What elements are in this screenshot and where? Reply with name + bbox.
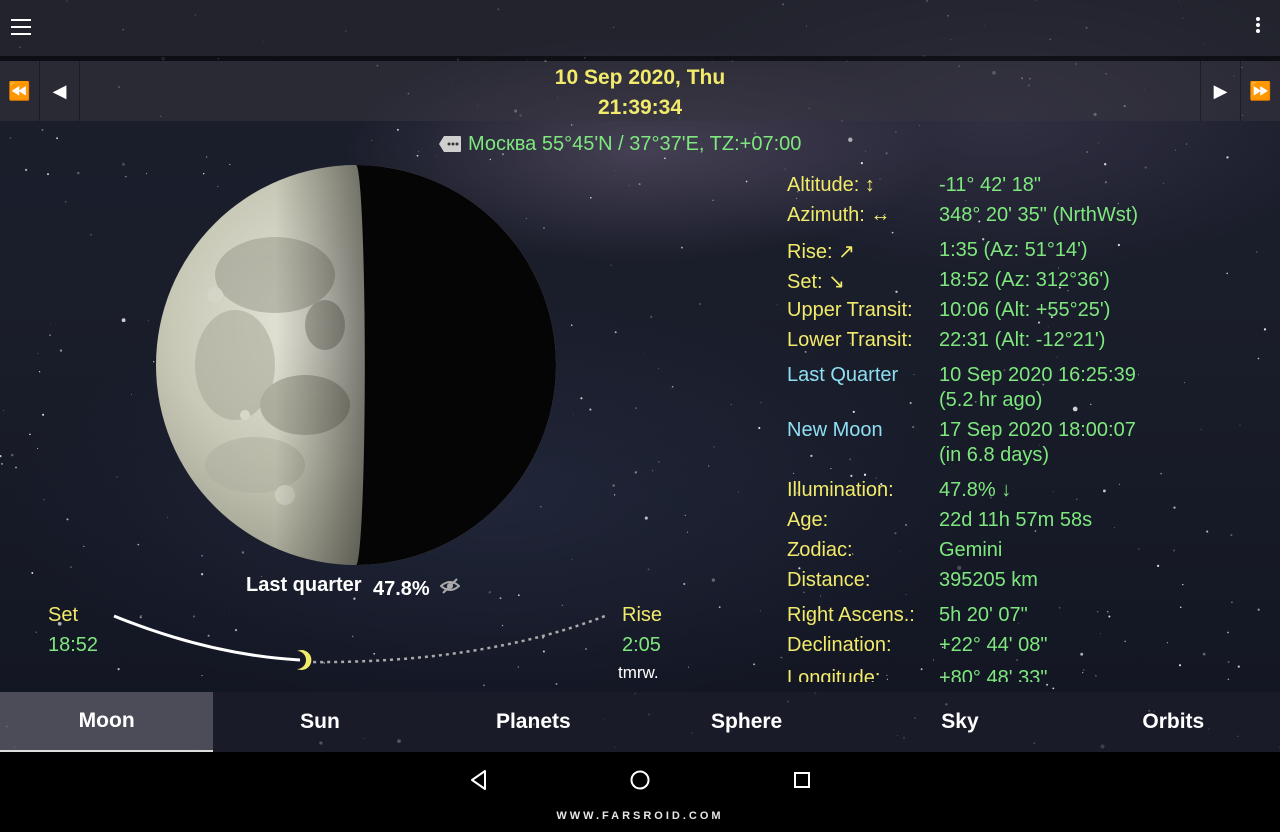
date-navigation-bar: ⏪ ◀ 10 Sep 2020, Thu 21:39:34 ▶ ⏩ bbox=[0, 61, 1280, 121]
home-circle-icon[interactable] bbox=[626, 766, 654, 794]
zodiac-value: Gemini bbox=[939, 539, 1003, 561]
app-bar bbox=[0, 0, 1280, 56]
new-moon-value: 17 Sep 2020 18:00:07 bbox=[939, 419, 1136, 441]
upper-transit-label: Upper Transit: bbox=[787, 299, 913, 321]
time-text[interactable]: 21:39:34 bbox=[0, 96, 1280, 120]
altitude-value: -11° 42' 18" bbox=[939, 174, 1041, 196]
tab-sky[interactable]: Sky bbox=[853, 692, 1066, 752]
upper-transit-value: 10:06 (Alt: +55°25') bbox=[939, 299, 1111, 321]
more-vert-icon[interactable] bbox=[1252, 17, 1264, 39]
set-info-label: Set: ↘ bbox=[787, 271, 845, 293]
rise-time: 2:05 bbox=[622, 634, 661, 656]
illumination-value: 47.8% ↓ bbox=[939, 479, 1012, 501]
moon-path-arc bbox=[113, 614, 606, 670]
right-ascension-value: 5h 20' 07" bbox=[939, 604, 1028, 626]
altitude-label: Altitude: ↕ bbox=[787, 174, 875, 196]
tab-planets[interactable]: Planets bbox=[427, 692, 640, 752]
back-triangle-icon[interactable] bbox=[465, 766, 493, 794]
rise-tomorrow-note: tmrw. bbox=[618, 663, 659, 682]
azimuth-label: Azimuth: ↔ bbox=[787, 204, 891, 226]
step-forward-icon[interactable]: ▶ bbox=[1200, 61, 1240, 121]
phase-name: Last quarter bbox=[246, 574, 362, 596]
bottom-tab-bar: Moon Sun Planets Sphere Sky Orbits bbox=[0, 692, 1280, 752]
date-text[interactable]: 10 Sep 2020, Thu bbox=[0, 66, 1280, 90]
declination-label: Declination: bbox=[787, 634, 892, 656]
distance-value: 395205 km bbox=[939, 569, 1038, 591]
tab-moon[interactable]: Moon bbox=[0, 692, 214, 752]
last-quarter-value: 10 Sep 2020 16:25:39 bbox=[939, 364, 1136, 386]
zodiac-label: Zodiac: bbox=[787, 539, 853, 561]
azimuth-value: 348° 20' 35" (NrthWst) bbox=[939, 204, 1138, 226]
new-moon-note: (in 6.8 days) bbox=[939, 444, 1050, 466]
lower-transit-label: Lower Transit: bbox=[787, 329, 913, 351]
location-text: Москва 55°45'N / 37°37'E, TZ:+07:00 bbox=[468, 132, 802, 155]
tag-icon bbox=[439, 136, 461, 152]
illumination-label: Illumination: bbox=[787, 479, 894, 501]
location-selector[interactable]: Москва 55°45'N / 37°37'E, TZ:+07:00 bbox=[438, 132, 801, 156]
declination-value: +22° 44' 08" bbox=[939, 634, 1048, 656]
phase-illumination: 47.8% bbox=[373, 578, 430, 600]
new-moon-label: New Moon bbox=[787, 419, 883, 441]
rise-info-value: 1:35 (Az: 51°14') bbox=[939, 239, 1088, 261]
tab-orbits[interactable]: Orbits bbox=[1067, 692, 1280, 752]
app-screen: ⏪ ◀ 10 Sep 2020, Thu 21:39:34 ▶ ⏩ Москва… bbox=[0, 0, 1280, 752]
last-quarter-label: Last Quarter bbox=[787, 364, 899, 386]
age-label: Age: bbox=[787, 509, 829, 531]
hamburger-menu-icon[interactable] bbox=[11, 19, 31, 35]
recents-square-icon[interactable] bbox=[788, 766, 816, 794]
rise-label: Rise bbox=[622, 604, 663, 626]
rise-info-label: Rise: ↗ bbox=[787, 241, 855, 263]
watermark-text: WWW.FARSROID.COM bbox=[556, 810, 724, 822]
moon-info-panel[interactable]: Altitude: ↕ -11° 42' 18" Azimuth: ↔ 348°… bbox=[787, 170, 1267, 682]
last-quarter-note: (5.2 hr ago) bbox=[939, 389, 1043, 411]
set-time: 18:52 bbox=[48, 634, 99, 656]
eye-off-icon[interactable] bbox=[440, 577, 460, 595]
lower-transit-value: 22:31 (Alt: -12°21') bbox=[939, 329, 1106, 351]
longitude-value: +80° 48' 33" bbox=[939, 667, 1048, 682]
distance-label: Distance: bbox=[787, 569, 871, 591]
right-ascension-label: Right Ascens.: bbox=[787, 604, 915, 626]
set-info-value: 18:52 (Az: 312°36') bbox=[939, 269, 1110, 291]
moon-phase-image[interactable] bbox=[155, 165, 557, 565]
tab-sun[interactable]: Sun bbox=[213, 692, 426, 752]
fast-forward-icon[interactable]: ⏩ bbox=[1240, 61, 1280, 121]
system-navigation-bar: WWW.FARSROID.COM bbox=[0, 752, 1280, 832]
set-label: Set bbox=[48, 604, 79, 626]
tab-sphere[interactable]: Sphere bbox=[640, 692, 853, 752]
longitude-label: Longitude: bbox=[787, 667, 881, 682]
age-value: 22d 11h 57m 58s bbox=[939, 509, 1093, 531]
